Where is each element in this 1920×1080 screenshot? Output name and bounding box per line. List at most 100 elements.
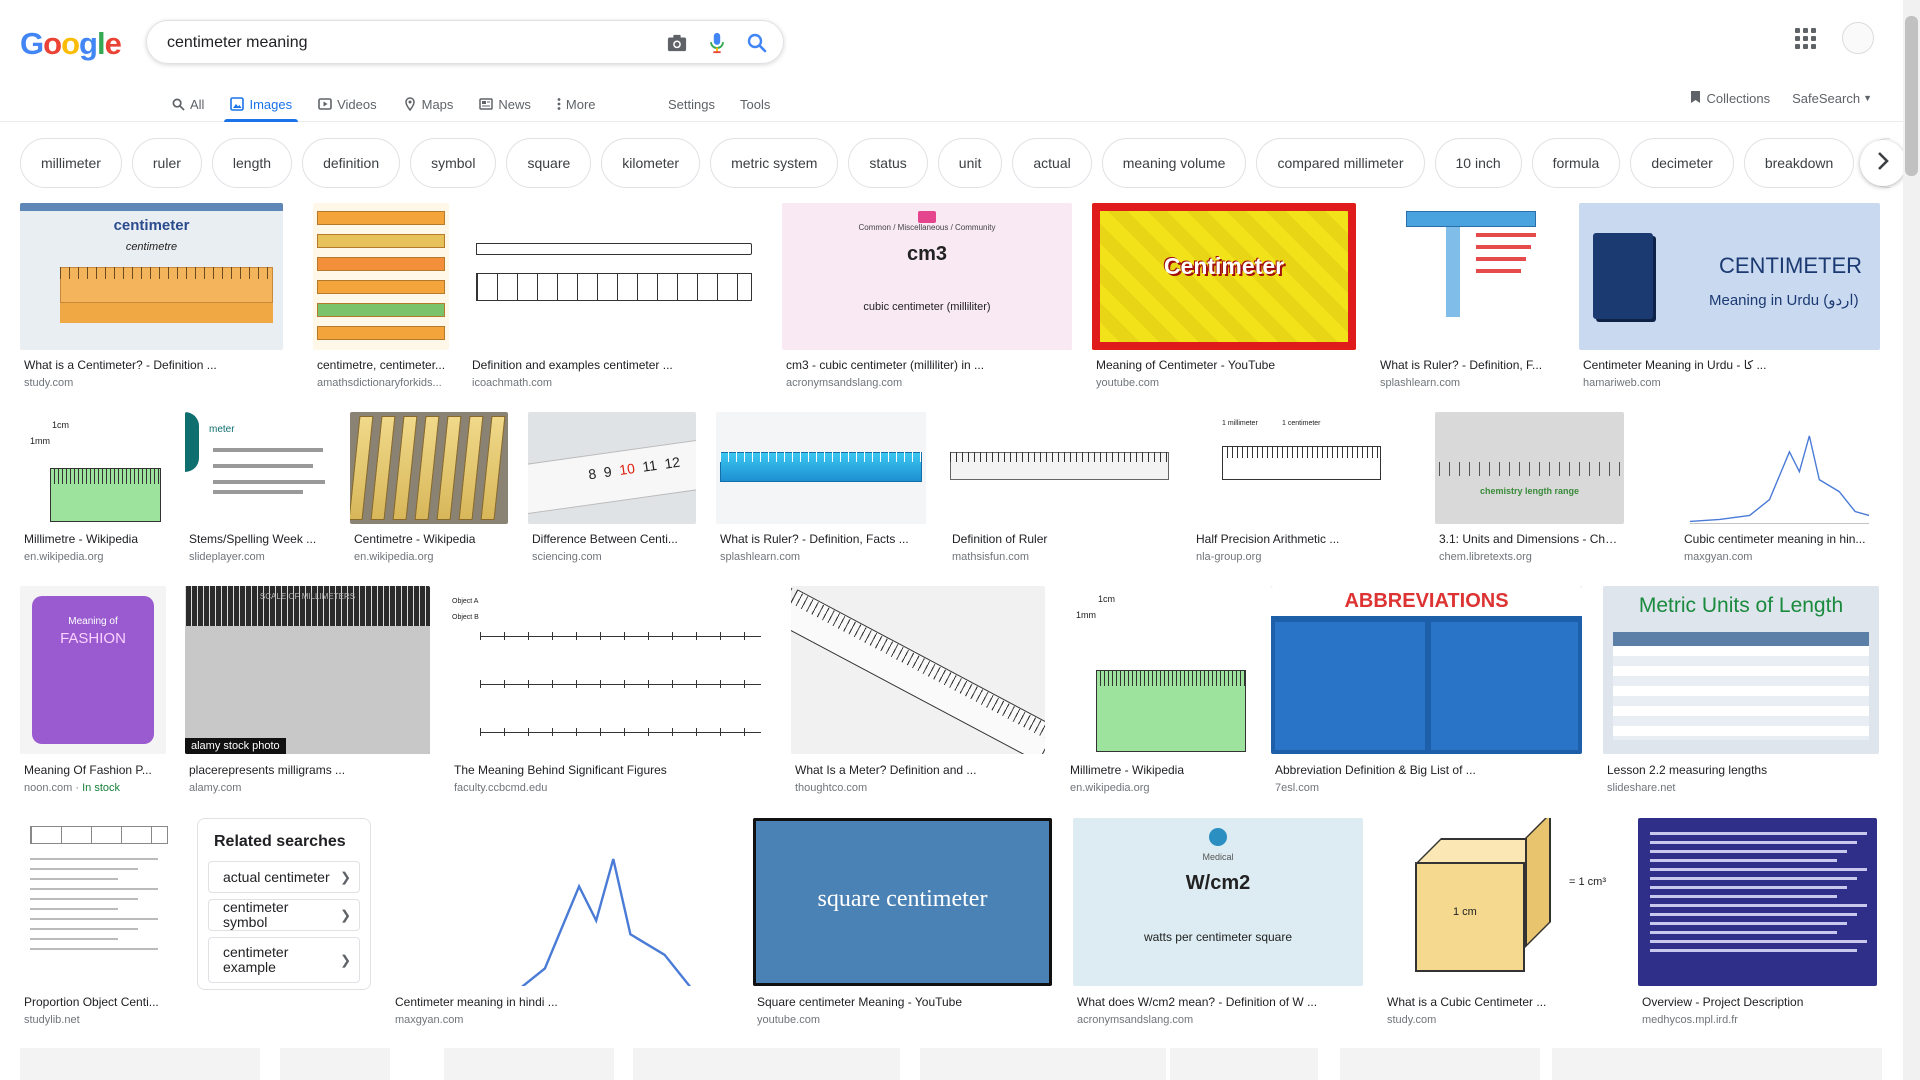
result-source[interactable]: medhycos.mpl.ird.fr (1642, 1014, 1875, 1026)
result-caption[interactable]: 3.1: Units and Dimensions - Chemist... (1439, 532, 1622, 546)
chip-formula[interactable]: formula (1531, 138, 1621, 188)
result-caption[interactable]: What is a Centimeter? - Definition ... (24, 358, 281, 372)
result-thumbnail[interactable] (350, 412, 508, 524)
result-source[interactable]: en.wikipedia.org (1070, 782, 1248, 794)
result-thumbnail[interactable] (1638, 818, 1877, 986)
image-result[interactable]: Medical W/cm2 watts per centimeter square W… (1073, 818, 1363, 1031)
image-result[interactable]: Meaning of FASHION Meaning Of Fashion P...… (20, 586, 166, 799)
chip-compared-millimeter[interactable]: compared millimeter (1256, 138, 1425, 188)
result-source[interactable]: faculty.ccbcmd.edu (454, 782, 769, 794)
chip-metric-system[interactable]: metric system (710, 138, 839, 188)
result-caption[interactable]: cm3 - cubic centimeter (milliliter) in .… (786, 358, 1070, 372)
result-caption[interactable]: Centimeter meaning in hindi ... (395, 995, 731, 1009)
result-source[interactable]: noon.com · In stock (24, 782, 164, 794)
result-caption[interactable]: Millimetre - Wikipedia (1070, 763, 1248, 777)
result-caption[interactable]: What is a Cubic Centimeter ... (1387, 995, 1614, 1009)
result-caption[interactable]: Stems/Spelling Week ... (189, 532, 329, 546)
result-thumbnail[interactable]: SCALE OF MILLIMETERS alamy stock photo (185, 586, 430, 754)
result-thumbnail[interactable] (716, 412, 926, 524)
result-source[interactable]: study.com (24, 377, 281, 389)
image-result[interactable]: 1 millimeter 1 centimeter Half Precision A… (1192, 412, 1391, 568)
image-result[interactable]: ABBREVIATIONS Abbreviation Definition & B… (1271, 586, 1582, 799)
result-thumbnail[interactable]: Object A Object B (450, 586, 771, 754)
result-source[interactable]: hamariweb.com (1583, 377, 1878, 389)
image-result[interactable]: CENTIMETER Meaning in Urdu (اردو) Centimet… (1579, 203, 1880, 394)
apps-icon[interactable] (1795, 27, 1816, 49)
result-caption[interactable]: Square centimeter Meaning - YouTube (757, 995, 1050, 1009)
image-result-partial[interactable] (1170, 1048, 1318, 1080)
result-source[interactable]: nla-group.org (1196, 551, 1389, 563)
result-source[interactable]: mathsisfun.com (952, 551, 1169, 563)
page-scrollbar[interactable] (1903, 0, 1920, 1080)
settings-link[interactable]: Settings (668, 86, 715, 122)
tab-all[interactable]: All (166, 86, 210, 122)
result-caption[interactable]: Millimetre - Wikipedia (24, 532, 163, 546)
result-source[interactable]: en.wikipedia.org (24, 551, 163, 563)
result-thumbnail[interactable] (791, 586, 1045, 754)
image-result[interactable]: Proportion Object Centi... studylib.net (20, 818, 178, 1031)
result-source[interactable]: thoughtco.com (795, 782, 1043, 794)
result-thumbnail[interactable]: CENTIMETER Meaning in Urdu (اردو) (1579, 203, 1880, 350)
result-caption[interactable]: Meaning Of Fashion P... (24, 763, 164, 777)
result-source[interactable]: slideshare.net (1607, 782, 1877, 794)
image-result[interactable]: Overview - Project Description medhycos.m… (1638, 818, 1877, 1031)
image-result[interactable]: 8 9 10 11 12 Difference Between Centi... s… (528, 412, 696, 568)
result-caption[interactable]: Difference Between Centi... (532, 532, 694, 546)
collections-link[interactable]: Collections (1690, 90, 1770, 107)
image-result[interactable]: 1 cm = 1 cm³ What is a Cubic Centimeter ..… (1383, 818, 1616, 1031)
microphone-icon[interactable] (705, 31, 729, 55)
result-thumbnail[interactable] (391, 818, 733, 986)
avatar[interactable] (1842, 22, 1874, 54)
chips-next-button[interactable] (1860, 140, 1906, 186)
result-caption[interactable]: Cubic centimeter meaning in hin... (1684, 532, 1877, 546)
tab-maps[interactable]: Maps (397, 86, 460, 122)
tab-news[interactable]: News (473, 86, 537, 122)
result-source[interactable]: icoachmath.com (472, 377, 760, 389)
image-result[interactable]: Definition of Ruler mathsisfun.com (948, 412, 1171, 568)
chip-status[interactable]: status (848, 138, 928, 188)
result-source[interactable]: splashlearn.com (720, 551, 924, 563)
chip-definition[interactable]: definition (302, 138, 401, 188)
related-item-centimeter-example[interactable]: centimeter example ❯ (208, 937, 360, 983)
image-result[interactable]: 1cm 1mm Millimetre - Wikipedia en.wikipedia… (1066, 586, 1250, 799)
tab-videos[interactable]: Videos (312, 86, 383, 122)
result-source[interactable]: amathsdictionaryforkids... (317, 377, 447, 389)
image-result[interactable]: chemistry length range 3.1: Units and Dim… (1435, 412, 1624, 568)
result-thumbnail[interactable]: meter (185, 412, 331, 524)
chip-actual[interactable]: actual (1012, 138, 1092, 188)
chip-square[interactable]: square (506, 138, 592, 188)
image-result[interactable]: Centimetre - Wikipedia en.wikipedia.org (350, 412, 508, 568)
result-caption[interactable]: placerepresents milligrams ... (189, 763, 428, 777)
result-source[interactable]: slideplayer.com (189, 551, 329, 563)
chip-millimeter[interactable]: millimeter (20, 138, 122, 188)
result-thumbnail[interactable]: 1 millimeter 1 centimeter (1192, 412, 1391, 524)
chip-unit[interactable]: unit (937, 138, 1003, 188)
result-source[interactable]: acronymsandslang.com (1077, 1014, 1361, 1026)
result-source[interactable]: splashlearn.com (1380, 377, 1559, 389)
result-source[interactable]: youtube.com (1096, 377, 1354, 389)
result-thumbnail[interactable]: 1 cm = 1 cm³ (1383, 818, 1616, 986)
result-source[interactable]: study.com (1387, 1014, 1614, 1026)
result-thumbnail[interactable] (313, 203, 449, 350)
chip-meaning-volume[interactable]: meaning volume (1101, 138, 1247, 188)
result-thumbnail[interactable]: 8 9 10 11 12 (528, 412, 696, 524)
result-caption[interactable]: Proportion Object Centi... (24, 995, 176, 1009)
image-result[interactable]: centimetre, centimeter... amathsdictionar… (313, 203, 449, 394)
google-logo[interactable]: Google (20, 26, 122, 62)
related-item-centimeter-symbol[interactable]: centimeter symbol ❯ (208, 899, 360, 931)
tab-images[interactable]: Images (224, 86, 298, 122)
safesearch-toggle[interactable]: SafeSearch ▼ (1792, 91, 1872, 106)
result-thumbnail[interactable]: 1cm 1mm (1066, 586, 1250, 754)
result-source[interactable]: 7esl.com (1275, 782, 1580, 794)
result-thumbnail[interactable]: 1cm 1mm (20, 412, 165, 524)
image-result[interactable]: 1cm 1mm Millimetre - Wikipedia en.wikipedia… (20, 412, 165, 568)
image-result-partial[interactable] (20, 1048, 260, 1080)
image-result[interactable]: Common / Miscellaneous / Community cm3 cub… (782, 203, 1072, 394)
result-thumbnail[interactable] (948, 412, 1171, 524)
result-source[interactable]: sciencing.com (532, 551, 694, 563)
result-thumbnail[interactable]: Common / Miscellaneous / Community cm3 cub… (782, 203, 1072, 350)
result-thumbnail[interactable]: square centimeter (753, 818, 1052, 986)
image-result-partial[interactable] (280, 1048, 390, 1080)
chip-decimeter[interactable]: decimeter (1630, 138, 1734, 188)
result-caption[interactable]: What is Ruler? - Definition, Facts ... (720, 532, 924, 546)
